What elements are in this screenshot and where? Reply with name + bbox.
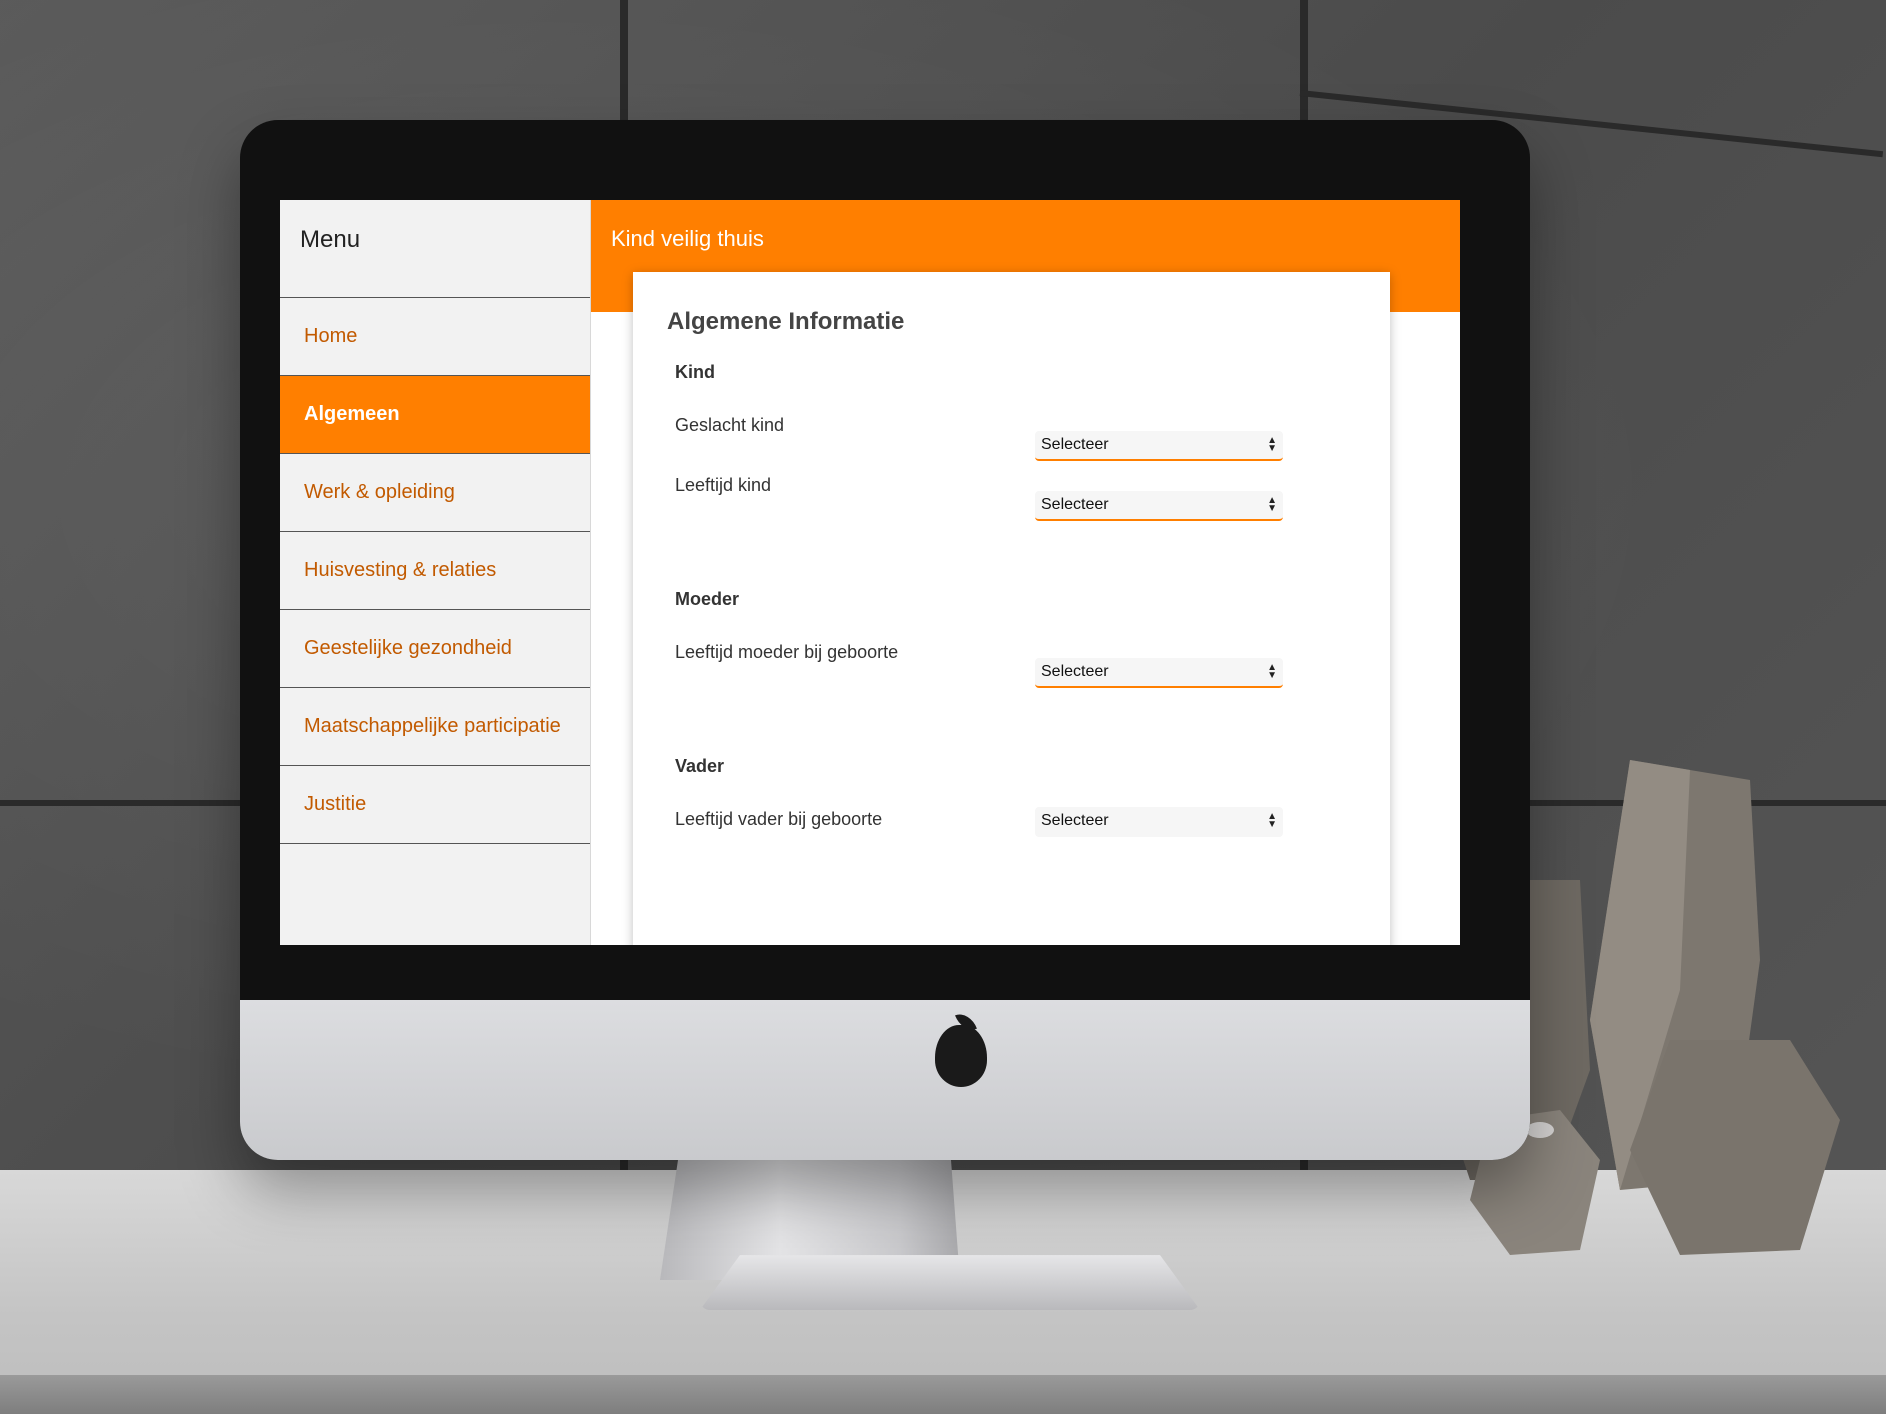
- sidebar-item-justitie[interactable]: Justitie: [280, 766, 590, 844]
- field-geslacht-kind: Geslacht kind Selecteer ▲ ▼: [675, 413, 1356, 473]
- sidebar-item-geestelijke-gezondheid[interactable]: Geestelijke gezondheid: [280, 610, 590, 688]
- sidebar-item-werk-opleiding[interactable]: Werk & opleiding: [280, 454, 590, 532]
- section-title-vader: Vader: [675, 756, 725, 776]
- select-value: Selecteer: [1041, 812, 1109, 829]
- main-content: Kind veilig thuis Algemene Informatie Ki…: [591, 200, 1460, 945]
- leeftijd-vader-select[interactable]: Selecteer ▲ ▼: [1035, 807, 1283, 837]
- section-title-kind: Kind: [675, 362, 715, 382]
- leeftijd-kind-select[interactable]: Selecteer ▲ ▼: [1035, 491, 1283, 521]
- menu-title: Menu: [280, 200, 590, 298]
- monitor-chin: [240, 1000, 1530, 1160]
- app-title: Kind veilig thuis: [611, 226, 764, 251]
- field-label: Leeftijd moeder bij geboorte: [675, 642, 899, 662]
- select-arrows-icon: ▲ ▼: [1267, 495, 1277, 514]
- sidebar-item-home[interactable]: Home: [280, 298, 590, 376]
- geslacht-kind-select[interactable]: Selecteer ▲ ▼: [1035, 431, 1283, 461]
- section-title-moeder: Moeder: [675, 589, 740, 609]
- sidebar-item-huisvesting-relaties[interactable]: Huisvesting & relaties: [280, 532, 590, 610]
- sidebar-item-maatschappelijke-participatie[interactable]: Maatschappelijke participatie: [280, 688, 590, 766]
- form-card: Algemene Informatie Kind Geslacht kind S…: [633, 272, 1390, 945]
- sidebar-item-algemeen[interactable]: Algemeen: [280, 376, 590, 454]
- field-label: Leeftijd vader bij geboorte: [675, 809, 883, 829]
- field-label: Leeftijd kind: [675, 475, 772, 495]
- select-arrows-icon: ▲ ▼: [1267, 662, 1277, 681]
- select-value: Selecteer: [1041, 496, 1109, 513]
- apple-logo-icon: [935, 1025, 987, 1087]
- field-leeftijd-moeder: Leeftijd moeder bij geboorte Selecteer ▲…: [675, 640, 1356, 700]
- field-leeftijd-kind: Leeftijd kind Selecteer ▲ ▼: [675, 473, 1356, 533]
- monitor-stand-base: [700, 1255, 1200, 1310]
- form-title: Algemene Informatie: [667, 308, 905, 335]
- field-leeftijd-vader: Leeftijd vader bij geboorte Selecteer ▲ ▼: [675, 807, 1356, 867]
- select-value: Selecteer: [1041, 663, 1109, 680]
- app-screen: Menu Home Algemeen Werk & opleiding Huis…: [280, 200, 1460, 945]
- field-label: Geslacht kind: [675, 415, 785, 435]
- select-arrows-icon: ▲ ▼: [1267, 811, 1277, 830]
- leeftijd-moeder-select[interactable]: Selecteer ▲ ▼: [1035, 658, 1283, 688]
- select-arrows-icon: ▲ ▼: [1267, 435, 1277, 454]
- select-value: Selecteer: [1041, 436, 1109, 453]
- sidebar: Menu Home Algemeen Werk & opleiding Huis…: [280, 200, 591, 945]
- desk-edge: [0, 1375, 1886, 1414]
